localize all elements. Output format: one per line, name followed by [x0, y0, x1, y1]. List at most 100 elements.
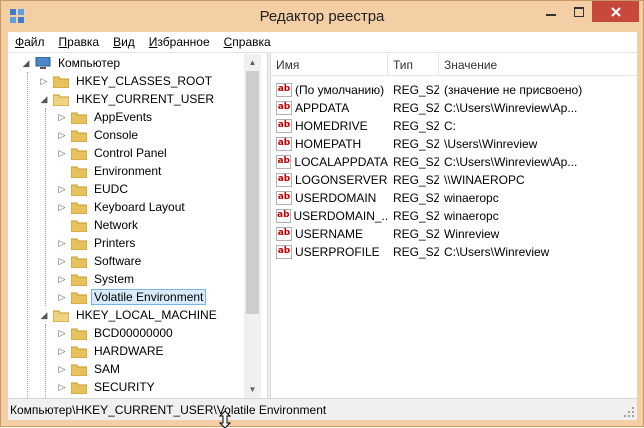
column-header-type[interactable]: Тип: [388, 54, 439, 76]
tree-item-label: System: [94, 272, 135, 286]
expand-icon[interactable]: ▷: [57, 328, 67, 338]
expand-icon[interactable]: ▷: [57, 382, 67, 392]
tree-item-hkey-classes-root[interactable]: ▷ HKEY_CLASSES_ROOT: [39, 72, 215, 90]
scroll-up-icon[interactable]: ▲: [244, 54, 261, 71]
tree-item-sam[interactable]: ▷ SAM: [57, 360, 123, 378]
menu-help[interactable]: Справка: [217, 35, 278, 49]
list-item[interactable]: ab USERPROFILE REG_SZ C:\Users\Winreview: [271, 242, 637, 261]
maximize-button[interactable]: [565, 1, 592, 22]
expand-icon[interactable]: ▷: [57, 364, 67, 374]
tree-item-hkey-current-user[interactable]: ◢ HKEY_CURRENT_USER: [39, 90, 217, 108]
tree-item-appevents[interactable]: ▷ AppEvents: [57, 108, 155, 126]
expand-icon[interactable]: ▷: [57, 256, 67, 266]
value-name-cell: ab LOCALAPPDATA: [276, 152, 388, 171]
tree-item-security[interactable]: ▷ SECURITY: [57, 378, 158, 396]
tree-item-bcd[interactable]: ▷ BCD00000000: [57, 324, 176, 342]
menu-view-label: ид: [121, 35, 135, 49]
expand-icon[interactable]: ▷: [39, 76, 49, 86]
tree-item-hardware[interactable]: ▷ HARDWARE: [57, 342, 167, 360]
minimize-button[interactable]: [537, 1, 565, 22]
folder-icon: [71, 238, 87, 250]
tree-item-computer[interactable]: ◢ Компьютер: [21, 54, 123, 72]
status-path: Компьютер\HKEY_CURRENT_USER\Volatile Env…: [10, 402, 327, 417]
expand-icon[interactable]: ▷: [57, 184, 67, 194]
collapse-icon[interactable]: ◢: [39, 310, 49, 320]
tree-item-network[interactable]: Network: [57, 216, 141, 234]
registry-editor-window: Редактор реестра Файл Правка Вид Избранн…: [0, 0, 644, 428]
string-value-icon: ab: [276, 82, 292, 97]
computer-icon: [35, 56, 51, 69]
menu-file[interactable]: Файл: [8, 35, 52, 49]
tree-item-control-panel[interactable]: ▷ Control Panel: [57, 144, 170, 162]
value-data: \\WINAEROPC: [444, 172, 525, 187]
folder-icon: [71, 328, 87, 340]
list-item[interactable]: ab HOMEPATH REG_SZ \Users\Winreview: [271, 134, 637, 153]
tree-item-label-selected: Volatile Environment: [91, 289, 207, 305]
list-item[interactable]: ab USERNAME REG_SZ Winreview: [271, 224, 637, 243]
list-item[interactable]: ab LOCALAPPDATA REG_SZ C:\Users\Winreview…: [271, 152, 637, 171]
value-type: REG_SZ: [393, 208, 439, 223]
menu-help-label: правка: [232, 35, 271, 49]
maximize-icon: [573, 6, 584, 17]
value-type: REG_SZ: [393, 226, 439, 241]
tree-item-label: BCD00000000: [94, 326, 173, 340]
scrollbar-thumb[interactable]: [246, 71, 259, 314]
tree-item-console[interactable]: ▷ Console: [57, 126, 141, 144]
folder-icon: [53, 76, 69, 88]
list-item[interactable]: ab LOGONSERVER REG_SZ \\WINAEROPC: [271, 170, 637, 189]
tree-item-keyboard-layout[interactable]: ▷ Keyboard Layout: [57, 198, 188, 216]
resize-grip-icon[interactable]: [623, 406, 635, 418]
tree-item-volatile-environment[interactable]: ▷ Volatile Environment: [57, 288, 207, 306]
value-type: REG_SZ: [393, 154, 439, 169]
tree-item-label: Software: [94, 254, 142, 268]
expand-icon[interactable]: ▷: [57, 238, 67, 248]
tree-item-environment[interactable]: Environment: [57, 162, 164, 180]
folder-icon: [71, 130, 87, 142]
value-data: Winreview: [444, 226, 500, 241]
tree-item-system[interactable]: ▷ System: [57, 270, 137, 288]
tree-item-label: AppEvents: [94, 110, 153, 124]
title-bar[interactable]: Редактор реестра: [1, 1, 643, 32]
value-name: USERNAME: [295, 226, 364, 241]
close-button[interactable]: [592, 1, 639, 22]
tree-item-label: Network: [94, 218, 139, 232]
value-data: \Users\Winreview: [444, 136, 538, 151]
status-bar: Компьютер\HKEY_CURRENT_USER\Volatile Env…: [8, 398, 637, 420]
menu-view[interactable]: Вид: [106, 35, 142, 49]
expand-icon[interactable]: ▷: [57, 346, 67, 356]
column-header-name[interactable]: Имя: [271, 54, 388, 76]
expand-icon[interactable]: ▷: [57, 292, 67, 302]
scroll-down-icon[interactable]: ▼: [244, 381, 261, 398]
no-expander: [57, 166, 67, 176]
list-item[interactable]: ab USERDOMAIN_... REG_SZ winaeropc: [271, 206, 637, 225]
values-list[interactable]: Имя Тип Значение ab (По умолчанию) REG_SZ…: [271, 54, 637, 398]
value-name: LOCALAPPDATA: [294, 154, 388, 169]
list-item[interactable]: ab HOMEDRIVE REG_SZ C:: [271, 116, 637, 135]
list-item[interactable]: ab USERDOMAIN REG_SZ winaeropc: [271, 188, 637, 207]
tree-item-printers[interactable]: ▷ Printers: [57, 234, 138, 252]
expand-icon[interactable]: ▷: [57, 274, 67, 284]
tree-item-hkey-local-machine[interactable]: ◢ HKEY_LOCAL_MACHINE: [39, 306, 220, 324]
menu-favorites[interactable]: Избранное: [142, 35, 217, 49]
list-item[interactable]: ab (По умолчанию) REG_SZ (значение не при…: [271, 80, 637, 99]
tree-item-software[interactable]: ▷ Software: [57, 252, 144, 270]
expand-icon[interactable]: ▷: [57, 202, 67, 212]
value-data: (значение не присвоено): [444, 82, 583, 97]
column-header-value[interactable]: Значение: [439, 54, 637, 76]
tree-item-eudc[interactable]: ▷ EUDC: [57, 180, 131, 198]
registry-tree[interactable]: ◢ Компьютер ▷ HKEY_CLASSES_ROOT ◢ HKEY_C…: [9, 54, 268, 398]
expand-icon[interactable]: ▷: [57, 112, 67, 122]
value-name-cell: ab USERPROFILE: [276, 242, 388, 261]
value-name: (По умолчанию): [295, 82, 385, 97]
list-item[interactable]: ab APPDATA REG_SZ C:\Users\Winreview\Ap..…: [271, 98, 637, 117]
expand-icon[interactable]: ▷: [57, 130, 67, 140]
menu-edit[interactable]: Правка: [52, 35, 107, 49]
value-name-cell: ab HOMEPATH: [276, 134, 388, 153]
tree-scrollbar[interactable]: ▲ ▼: [244, 54, 261, 398]
collapse-icon[interactable]: ◢: [21, 58, 31, 68]
collapse-icon[interactable]: ◢: [39, 94, 49, 104]
expand-icon[interactable]: ▷: [57, 148, 67, 158]
folder-icon: [71, 112, 87, 124]
string-value-icon: ab: [276, 244, 292, 259]
string-value-icon: ab: [276, 190, 292, 205]
